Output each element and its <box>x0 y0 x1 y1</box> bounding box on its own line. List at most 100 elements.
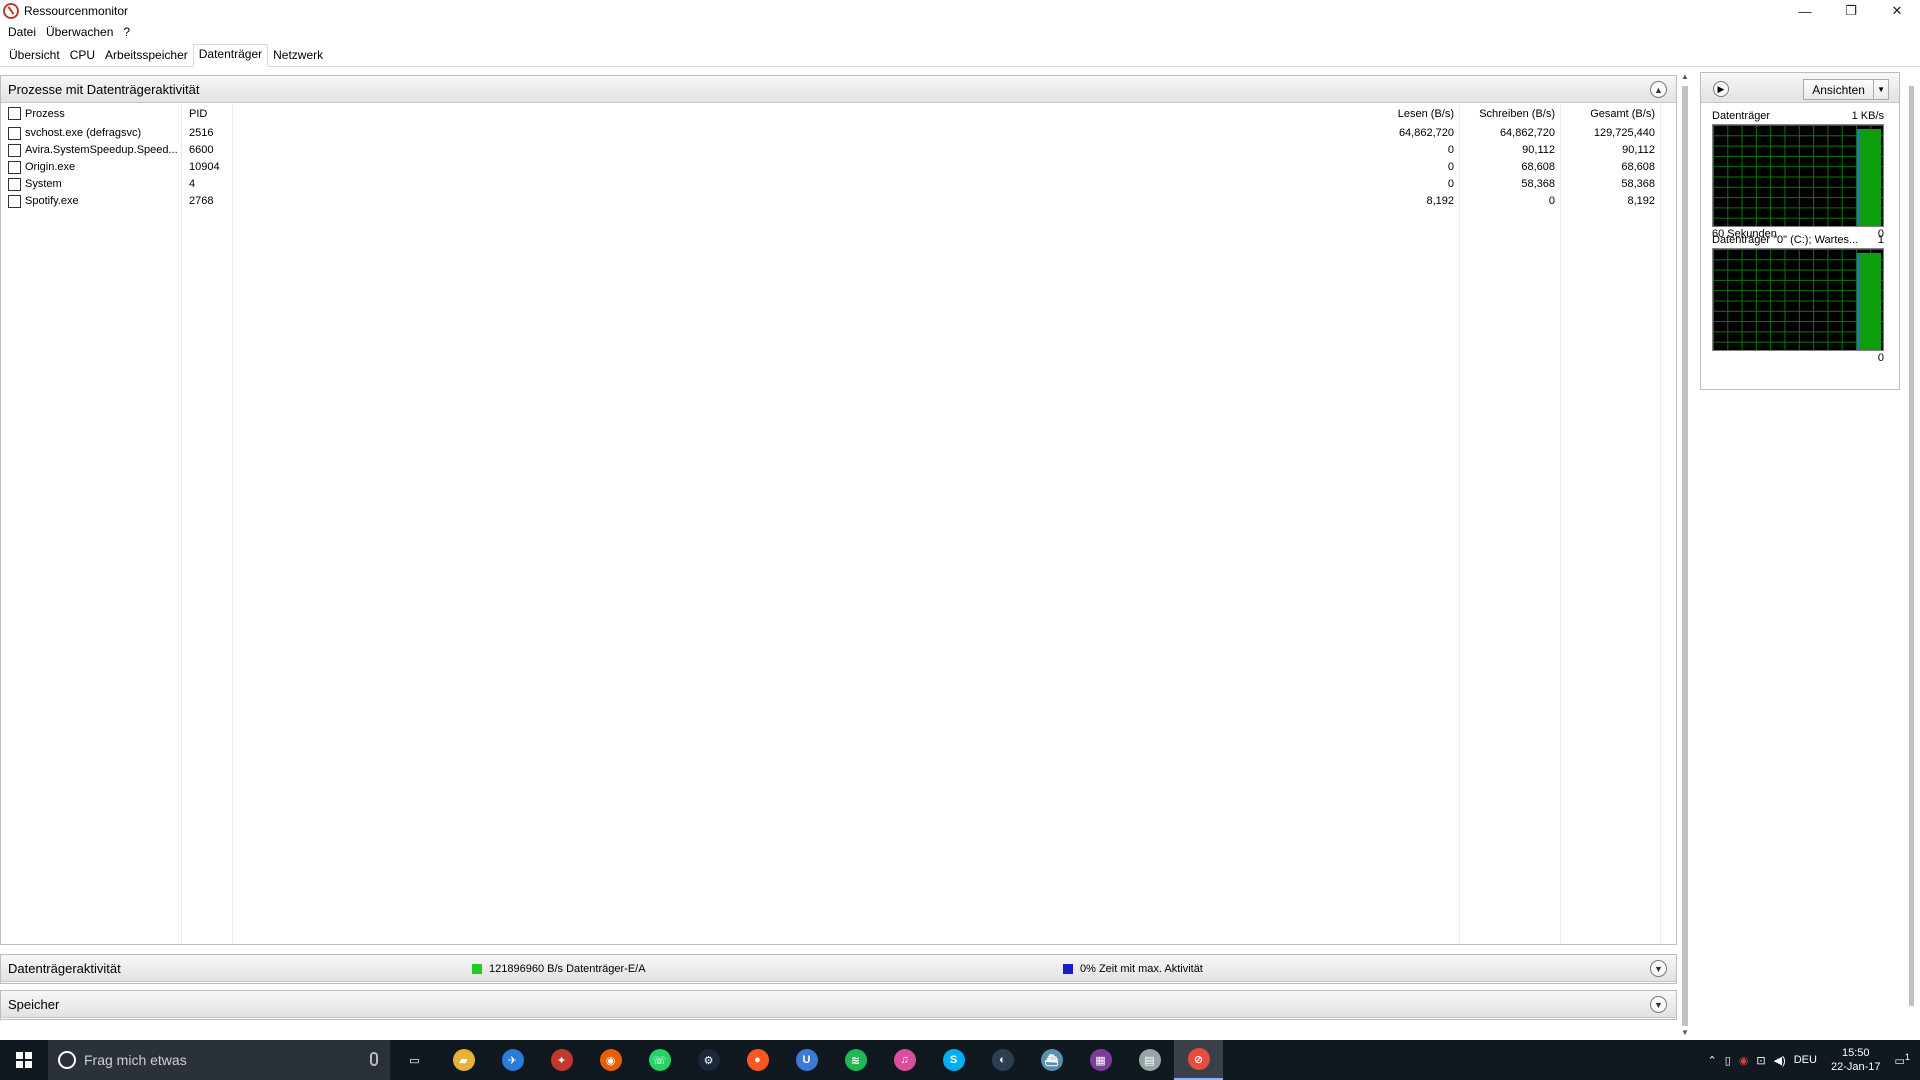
whatsapp-icon: ☏ <box>648 1049 671 1071</box>
table-header: Prozess PID Lesen (B/s) Schreiben (B/s) … <box>1 104 1666 124</box>
dropdown-arrow-icon[interactable]: ▼ <box>1873 80 1888 99</box>
column-separator[interactable] <box>1660 104 1661 944</box>
column-separator[interactable] <box>1560 104 1561 944</box>
column-separator[interactable] <box>181 104 182 944</box>
app-blue-taskbar-button[interactable]: ✈ <box>488 1040 537 1080</box>
scrollbar-thumb[interactable] <box>1909 86 1914 1006</box>
column-header-gesamt[interactable]: Gesamt (B/s) <box>1560 108 1655 120</box>
process-read: 0 <box>1447 161 1454 173</box>
chevron-right-icon[interactable]: ▶ <box>1713 81 1729 97</box>
start-button[interactable] <box>0 1040 48 1080</box>
processes-header[interactable]: Prozesse mit Datenträgeraktivität ▲ <box>1 76 1676 103</box>
window-title: Ressourcenmonitor <box>24 4 129 18</box>
disk-queue-graph-scale: 1 <box>1877 234 1884 246</box>
right-scrollbar[interactable] <box>1906 72 1916 1032</box>
restore-button[interactable]: ❐ <box>1828 0 1874 22</box>
app-blue-icon: ✈ <box>501 1049 524 1071</box>
processes-table: Prozess PID Lesen (B/s) Schreiben (B/s) … <box>1 104 1666 944</box>
process-pid: 10904 <box>189 161 220 173</box>
app-boat-taskbar-button[interactable]: ⛴ <box>1027 1040 1076 1080</box>
left-scrollbar[interactable]: ▲ ▼ <box>1680 72 1690 1042</box>
app-red-taskbar-button[interactable]: ✦ <box>537 1040 586 1080</box>
search-box[interactable]: Frag mich etwas <box>48 1040 390 1080</box>
avira-tray-icon[interactable]: ◉ <box>1739 1054 1749 1067</box>
steam-taskbar-button[interactable]: ⚙ <box>684 1040 733 1080</box>
scroll-down-icon[interactable]: ▼ <box>1680 1028 1690 1040</box>
menu-help[interactable]: ? <box>118 25 135 39</box>
process-name: svchost.exe (defragsvc) <box>25 127 142 139</box>
column-header-pid[interactable]: PID <box>189 108 207 120</box>
app-window-taskbar-button[interactable]: ▤ <box>1125 1040 1174 1080</box>
tablet-icon[interactable]: ▯ <box>1725 1054 1731 1067</box>
storage-header[interactable]: Speicher ▼ <box>1 991 1676 1018</box>
file-explorer-taskbar-button[interactable]: ▰ <box>439 1040 488 1080</box>
app-boat-icon: ⛴ <box>1040 1049 1063 1071</box>
process-read: 64,862,720 <box>1398 127 1454 139</box>
views-button[interactable]: Ansichten ▼ <box>1803 79 1889 100</box>
app-u-taskbar-button[interactable]: U <box>782 1040 831 1080</box>
resource-monitor-taskbar-button[interactable]: ⊘ <box>1174 1040 1223 1080</box>
graph-panel-header: ▶ Ansichten ▼ <box>1701 73 1899 103</box>
steam-icon: ⚙ <box>697 1049 720 1071</box>
column-header-prozess[interactable]: Prozess <box>25 108 65 120</box>
app-dark-icon: ◐ <box>991 1049 1014 1071</box>
menu-ueberwachen[interactable]: Überwachen <box>41 25 118 39</box>
chevron-up-icon[interactable]: ⌃ <box>1707 1054 1716 1067</box>
disk-queue-graph-canvas <box>1712 248 1884 351</box>
notification-center-icon[interactable]: ▭1 <box>1895 1052 1911 1068</box>
network-icon[interactable]: ⊡ <box>1756 1054 1765 1067</box>
skype-taskbar-button[interactable]: S <box>929 1040 978 1080</box>
firefox-taskbar-button[interactable]: ◉ <box>586 1040 635 1080</box>
disk-activity-header[interactable]: Datenträgeraktivität 121896960 B/s Daten… <box>1 955 1676 982</box>
select-all-checkbox[interactable] <box>8 107 21 120</box>
tab-arbeitsspeicher[interactable]: Arbeitsspeicher <box>100 46 193 66</box>
row-checkbox[interactable] <box>8 127 21 140</box>
tab-cpu[interactable]: CPU <box>65 46 100 66</box>
app-color-taskbar-button[interactable]: ▦ <box>1076 1040 1125 1080</box>
minimize-button[interactable]: — <box>1782 0 1828 22</box>
expand-down-icon[interactable]: ▼ <box>1650 960 1667 977</box>
column-separator[interactable] <box>232 104 233 944</box>
column-header-lesen[interactable]: Lesen (B/s) <box>1359 108 1454 120</box>
tab-netzwerk[interactable]: Netzwerk <box>268 46 328 66</box>
column-separator[interactable] <box>1459 104 1460 944</box>
process-pid: 6600 <box>189 144 214 156</box>
volume-icon[interactable]: ◀) <box>1774 1054 1786 1067</box>
app-window-icon: ▤ <box>1138 1049 1161 1071</box>
tab-uebersicht[interactable]: Übersicht <box>4 46 65 66</box>
process-read: 8,192 <box>1426 195 1454 207</box>
table-row[interactable]: Spotify.exe 2768 8,192 0 8,192 <box>1 194 1666 211</box>
spotify-taskbar-button[interactable]: ≋ <box>831 1040 880 1080</box>
table-row[interactable]: svchost.exe (defragsvc) 2516 64,862,720 … <box>1 126 1666 143</box>
table-row[interactable]: Avira.SystemSpeedup.Speed... 6600 0 90,1… <box>1 143 1666 160</box>
scroll-up-icon[interactable]: ▲ <box>1680 72 1690 84</box>
process-write: 68,608 <box>1521 161 1555 173</box>
file-explorer-icon: ▰ <box>452 1049 475 1071</box>
process-write: 0 <box>1548 195 1555 207</box>
whatsapp-taskbar-button[interactable]: ☏ <box>635 1040 684 1080</box>
views-button-label: Ansichten <box>1812 82 1865 97</box>
max-activity-color-swatch <box>1063 964 1073 974</box>
itunes-taskbar-button[interactable]: ♫ <box>880 1040 929 1080</box>
row-checkbox[interactable] <box>8 161 21 174</box>
clock[interactable]: 15:50 22-Jan-17 <box>1831 1046 1881 1074</box>
row-checkbox[interactable] <box>8 144 21 157</box>
process-total: 58,368 <box>1621 178 1655 190</box>
row-checkbox[interactable] <box>8 178 21 191</box>
menu-datei[interactable]: Datei <box>3 25 41 39</box>
app-dark-taskbar-button[interactable]: ◐ <box>978 1040 1027 1080</box>
table-row[interactable]: Origin.exe 10904 0 68,608 68,608 <box>1 160 1666 177</box>
microphone-icon[interactable] <box>370 1052 378 1066</box>
task-view-taskbar-button[interactable]: ▭ <box>390 1040 439 1080</box>
clock-time: 15:50 <box>1841 1047 1870 1059</box>
column-header-schreiben[interactable]: Schreiben (B/s) <box>1460 108 1555 120</box>
scrollbar-thumb[interactable] <box>1682 86 1688 1026</box>
collapse-up-icon[interactable]: ▲ <box>1650 81 1667 98</box>
language-indicator[interactable]: DEU <box>1794 1054 1817 1066</box>
expand-down-icon[interactable]: ▼ <box>1650 996 1667 1013</box>
row-checkbox[interactable] <box>8 195 21 208</box>
table-row[interactable]: System 4 0 58,368 58,368 <box>1 177 1666 194</box>
close-button[interactable]: ✕ <box>1874 0 1920 22</box>
app-orange-taskbar-button[interactable]: ● <box>733 1040 782 1080</box>
tab-datentraeger[interactable]: Datenträger <box>192 44 269 67</box>
